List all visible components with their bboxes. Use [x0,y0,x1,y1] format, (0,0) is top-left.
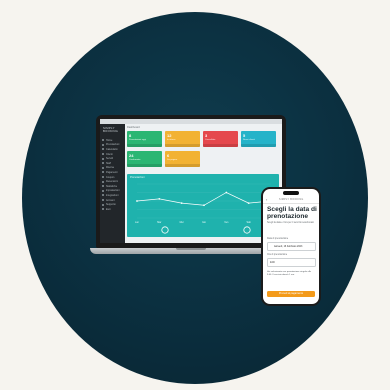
x-tick-label: Gio [202,221,206,224]
sidebar-menu: Home Prenotazioni Calendario Clienti Servizi… [102,138,124,212]
sidebar-item-label: Pagamenti [106,170,118,174]
data-point[interactable] [225,191,228,194]
menu-icon [102,194,104,197]
time-label: Ora di prenotazione [267,254,288,256]
sidebar-item-label: Clienti [106,152,113,156]
sidebar-item-label: Account [106,198,115,202]
sidebar-item-label: Coupon [106,175,115,179]
sidebar-item-label: Integrazioni [106,193,119,197]
sidebar-item-label: Esci [106,207,111,211]
sidebar-item-label: Statistiche [106,184,118,188]
menu-icon [102,162,104,165]
sidebar: SIMPLY BOOKING Home Prenotazioni Calendari… [100,124,125,243]
chart-panel: Prenotazioni LunMarMerGioVenSabDom [127,174,279,237]
chevron-down-icon: ⌄ [274,245,277,248]
x-tick-label: Mer [180,221,184,224]
data-point[interactable] [203,204,205,207]
line-chart: LunMarMerGioVenSabDom [135,183,274,234]
menu-icon [102,208,104,211]
stat-footer [127,143,162,147]
menu-icon [102,203,104,206]
stat-footer [165,163,200,167]
x-tick-label: Lun [135,221,140,224]
sidebar-item-label: Staff [106,161,111,165]
menu-icon [102,139,104,142]
chevron-down-icon: ⌄ [270,261,273,264]
stat-value: 24 [129,153,134,158]
sidebar-item-label: Impostazioni [106,189,120,193]
date-label: Data di prenotazione [267,238,289,240]
stat-value: 8 [129,133,132,138]
sidebar-item-label: Supporto [106,203,116,207]
sidebar-item[interactable]: Esci [102,207,124,212]
x-tick-label: Sab [247,221,252,224]
booking-screen: ‹ SIMPLY BOOKING Scegli la data di preno… [263,189,319,304]
stat-card[interactable]: 12 In attesa [165,131,200,147]
phone-header: ‹ SIMPLY BOOKING [263,197,319,204]
stat-card[interactable]: 5 Nuovi clienti [241,131,276,147]
stat-footer [127,163,162,167]
back-icon[interactable]: ‹ [266,197,267,202]
menu-icon [102,176,104,179]
sidebar-item-label: Home [106,138,113,142]
data-point[interactable] [247,202,250,205]
stat-label: Da pagare [167,158,178,161]
gauge-icon [243,226,251,234]
phone-brand: SIMPLY BOOKING [279,198,304,201]
x-tick-label: Ven [224,221,229,224]
page-subtitle: Scegli la data e l'ora per il servizio s… [267,222,314,224]
stat-card[interactable]: 6 Da pagare [165,151,200,167]
phone-mockup: ‹ SIMPLY BOOKING Scegli la data di preno… [261,187,321,306]
browser-topbar [100,119,282,124]
menu-icon [102,148,104,151]
stat-value: 3 [205,133,208,138]
stat-label: In attesa [167,138,176,141]
stat-card[interactable]: 24 Confermate [127,151,162,167]
menu-icon [102,157,104,160]
menu-icon [102,153,104,156]
laptop-notch [176,248,206,250]
dashboard-main: Dashboard 8 Prenotazioni oggi 12 In attesa 3… [127,126,280,241]
proceed-button[interactable]: Procedi al pagamento [267,291,315,297]
laptop-lid: SIMPLY BOOKING Home Prenotazioni Calendari… [96,115,286,248]
stat-label: Prenotazioni oggi [129,138,146,141]
stat-card[interactable]: 3 Cancellate [203,131,238,147]
menu-icon [102,171,104,174]
sidebar-item-label: Calendario [106,147,118,151]
series-line [136,192,272,206]
stat-value: 6 [167,153,170,158]
sidebar-item-label: Servizi [106,157,114,161]
menu-icon [102,166,104,169]
stat-value: 12 [167,133,172,138]
booking-note: Hai selezionato una prenotazione singola… [267,271,312,276]
stat-footer [203,143,238,147]
stat-card[interactable]: 8 Prenotazioni oggi [127,131,162,147]
menu-icon [102,180,104,183]
stat-cards: 8 Prenotazioni oggi 12 In attesa 3 Cancellate… [127,131,280,171]
menu-icon [102,189,104,192]
stat-value: 5 [243,133,246,138]
stat-footer [165,143,200,147]
data-point[interactable] [158,197,161,200]
sidebar-logo: SIMPLY BOOKING [103,126,119,133]
menu-icon [102,143,104,146]
x-tick-label: Mar [157,221,161,224]
dynamic-island [283,191,299,195]
page-title: Scegli la data di prenotazione [267,206,317,221]
data-point[interactable] [136,200,138,202]
sidebar-item-label: Risorse [106,166,115,170]
sidebar-item-label: Prenotazioni [106,143,120,147]
menu-icon [102,199,104,202]
dashboard-screen: SIMPLY BOOKING Home Prenotazioni Calendari… [100,119,282,243]
date-select[interactable]: Giovedì, 16 Febbraio 2023 ⌄ [267,242,316,251]
stat-label: Confermate [129,158,141,161]
stat-footer [241,143,276,147]
data-point[interactable] [180,202,183,205]
sidebar-item-label: Recensioni [106,180,118,184]
stat-label: Cancellate [205,138,216,141]
gauge-icon [161,226,169,234]
time-select[interactable]: 9:00 ⌄ [267,258,316,267]
menu-icon [102,185,104,188]
stat-label: Nuovi clienti [243,138,255,141]
